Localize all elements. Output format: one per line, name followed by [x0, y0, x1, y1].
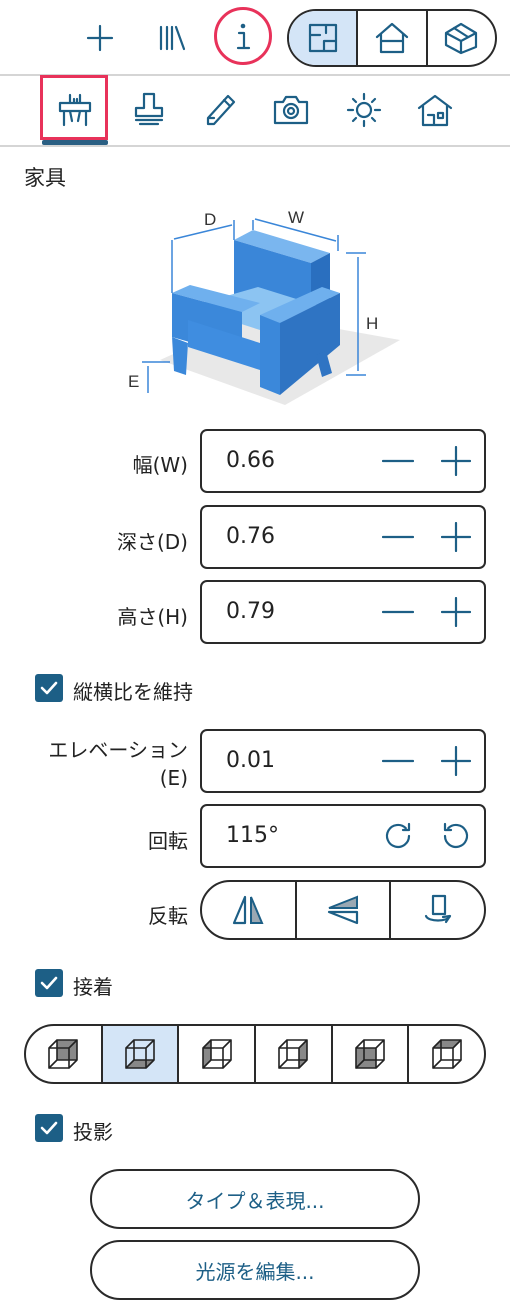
plan-view-icon	[308, 23, 337, 53]
flip-rotate-button[interactable]	[391, 882, 484, 938]
width-field[interactable]: 0.66	[200, 429, 486, 493]
diagram-label-h: H	[366, 314, 378, 333]
keep-ratio-checkbox[interactable]	[35, 674, 63, 702]
keep-ratio-label: 縦横比を維持	[73, 680, 193, 704]
cube-right-face-icon	[278, 1039, 309, 1069]
cube-top-face-icon	[431, 1039, 462, 1069]
tab-house[interactable]	[402, 80, 468, 140]
plus-icon	[441, 446, 471, 476]
flip-rotate-icon	[424, 894, 451, 924]
plus-icon	[441, 522, 471, 552]
glue-label: 接着	[73, 975, 113, 999]
height-field[interactable]: 0.79	[200, 580, 486, 644]
glue-top-face-button[interactable]	[409, 1026, 484, 1082]
glue-checkbox[interactable]	[35, 969, 63, 997]
house-front-icon	[375, 22, 409, 54]
tab-camera[interactable]	[258, 80, 324, 140]
camera-icon	[273, 95, 309, 125]
rotation-field[interactable]: 115°	[200, 804, 486, 868]
elevation-increment-button[interactable]	[434, 741, 478, 781]
flip-selector	[200, 880, 486, 940]
width-value[interactable]: 0.66	[226, 431, 275, 491]
diagram-label-w: W	[288, 208, 304, 227]
plus-icon	[441, 597, 471, 627]
rotate-clockwise-button[interactable]	[376, 816, 420, 856]
glue-right-face-button[interactable]	[256, 1026, 333, 1082]
elevation-decrement-button[interactable]	[376, 741, 420, 781]
cube-front-face-icon	[355, 1039, 385, 1069]
info-icon[interactable]	[213, 6, 273, 66]
house-3d-view-button[interactable]	[428, 11, 495, 65]
width-increment-button[interactable]	[434, 441, 478, 481]
cube-bottom-face-icon	[125, 1039, 155, 1069]
tab-stamp[interactable]	[116, 80, 182, 140]
depth-value[interactable]: 0.76	[226, 507, 275, 567]
minus-icon	[382, 610, 414, 614]
depth-increment-button[interactable]	[434, 517, 478, 557]
view-mode-selector	[287, 9, 497, 67]
elevation-value[interactable]: 0.01	[226, 731, 275, 791]
edit-light-button[interactable]: 光源を編集...	[90, 1240, 420, 1300]
furniture-dimension-diagram: D W H E	[110, 195, 410, 410]
plan-view-button[interactable]	[289, 11, 359, 65]
minus-icon	[382, 535, 414, 539]
glue-front-face-button[interactable]	[333, 1026, 410, 1082]
rotate-counterclockwise-button[interactable]	[434, 816, 478, 856]
height-increment-button[interactable]	[434, 592, 478, 632]
width-label: 幅(W)	[132, 453, 188, 477]
width-decrement-button[interactable]	[376, 441, 420, 481]
flip-label: 反転	[148, 904, 188, 928]
check-icon	[40, 1121, 58, 1135]
shadow-label: 投影	[73, 1120, 113, 1144]
section-title: 家具	[24, 166, 66, 190]
plus-icon	[441, 746, 471, 776]
minus-icon	[382, 759, 414, 763]
sun-icon	[346, 92, 382, 128]
depth-field[interactable]: 0.76	[200, 505, 486, 569]
tab-sun[interactable]	[331, 80, 397, 140]
rotate-clockwise-icon	[385, 822, 411, 849]
top-toolbar	[0, 0, 510, 74]
depth-label: 深さ(D)	[116, 530, 188, 554]
house-front-view-button[interactable]	[358, 11, 428, 65]
tab-highlight-box	[40, 75, 108, 140]
house-icon	[417, 94, 453, 127]
cube-back-face-icon	[48, 1039, 79, 1069]
height-value[interactable]: 0.79	[226, 582, 275, 642]
flip-horizontal-icon	[233, 895, 264, 925]
height-decrement-button[interactable]	[376, 592, 420, 632]
glue-bottom-face-button[interactable]	[102, 1026, 180, 1082]
rotation-value[interactable]: 115°	[226, 806, 279, 866]
glue-face-selector	[24, 1024, 486, 1084]
rotation-label: 回転	[148, 829, 188, 853]
depth-decrement-button[interactable]	[376, 517, 420, 557]
elevation-label-line2: (E)	[159, 766, 188, 790]
glue-left-face-button[interactable]	[179, 1026, 257, 1082]
glue-back-face-button[interactable]	[26, 1026, 103, 1082]
minus-icon	[382, 459, 414, 463]
plus-icon[interactable]	[70, 8, 130, 68]
pencil-icon	[206, 94, 236, 126]
diagram-label-e: E	[128, 372, 139, 391]
diagram-label-d: D	[204, 210, 216, 229]
flip-horizontal-button[interactable]	[202, 882, 297, 938]
shadow-checkbox[interactable]	[35, 1114, 63, 1142]
flip-vertical-button[interactable]	[297, 882, 392, 938]
tab-pencil[interactable]	[187, 80, 253, 140]
house-3d-icon	[445, 22, 478, 55]
library-icon[interactable]	[142, 8, 202, 68]
elevation-label-line1: エレベーション	[48, 738, 188, 762]
check-icon	[40, 976, 58, 990]
type-appearance-button[interactable]: タイプ＆表現...	[90, 1169, 420, 1229]
tab-divider	[0, 145, 510, 147]
elevation-label: エレベーション (E)	[48, 736, 188, 792]
check-icon	[40, 681, 58, 695]
elevation-field[interactable]: 0.01	[200, 729, 486, 793]
cube-left-face-icon	[201, 1039, 232, 1069]
stamp-icon	[134, 92, 164, 126]
rotate-counterclockwise-icon	[443, 822, 469, 849]
flip-vertical-icon	[327, 895, 359, 925]
height-label: 高さ(H)	[117, 605, 188, 629]
